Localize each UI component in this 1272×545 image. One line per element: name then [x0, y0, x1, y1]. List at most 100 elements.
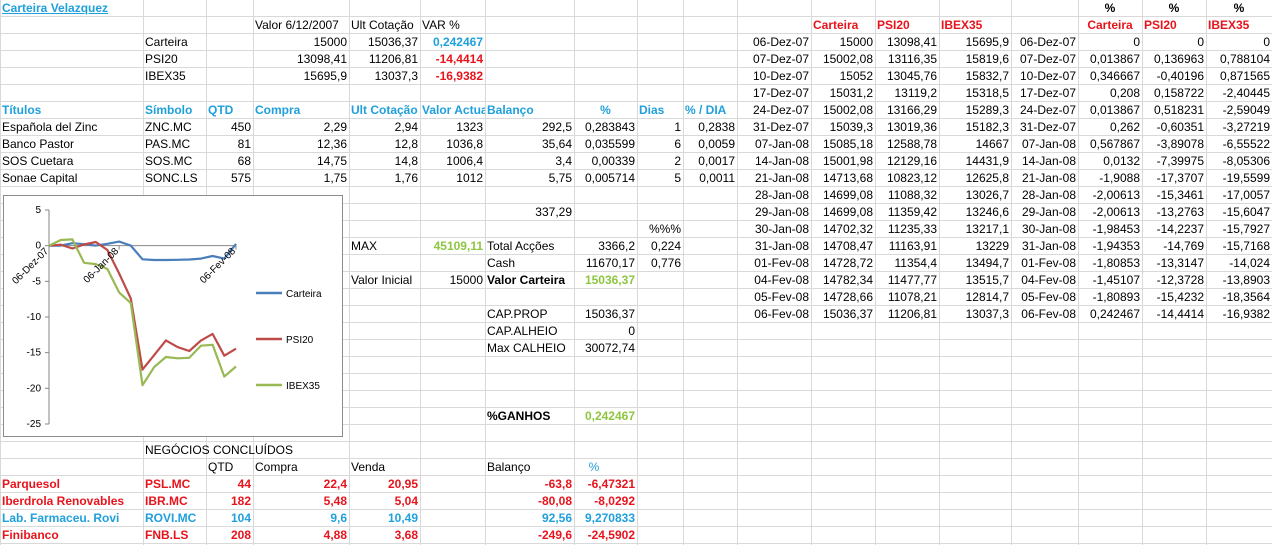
history-cell: 12129,16: [886, 154, 937, 168]
hist-pct-header-psi20: PSI20: [1144, 18, 1177, 32]
history-cell: -1,9088: [1099, 171, 1140, 185]
closed-deal-qtd: 208: [230, 528, 251, 542]
history-cell: 13217,1: [965, 222, 1009, 236]
total-accoes-label: Total Acções: [487, 239, 555, 253]
history-cell: 06-Dez-07: [1019, 35, 1076, 49]
holding-cell: 5,75: [548, 171, 572, 185]
history-cell: 14667: [975, 137, 1009, 151]
summary-ult-psi20: 11206,81: [368, 52, 418, 66]
summary-ult-carteira: 15036,37: [367, 35, 418, 49]
history-cell: -14,2237: [1156, 222, 1204, 236]
closed-deal-compra: 9,6: [330, 511, 347, 525]
summary-var-ibex35: -16,9382: [435, 69, 483, 83]
history-cell: -2,40445: [1222, 86, 1270, 100]
chart-x-tick-label: 06-Dez-07: [10, 246, 51, 287]
holding-cell: 5: [674, 171, 681, 185]
holding-cell: 68: [237, 154, 251, 168]
history-cell: 13045,76: [886, 69, 937, 83]
holding-cell: 1323: [456, 120, 483, 134]
cap-prop-value: 15036,37: [584, 307, 635, 321]
history-cell: 15002,08: [822, 103, 873, 117]
history-cell: 14699,08: [822, 205, 873, 219]
closed-deal-sym: IBR.MC: [145, 494, 188, 508]
history-cell: 01-Fev-08: [1021, 256, 1076, 270]
history-cell: 0,567867: [1089, 137, 1140, 151]
history-cell: 14-Jan-08: [754, 154, 809, 168]
max-calheio-label: Max CALHEIO: [487, 341, 566, 355]
closed-deal-compra: 4,88: [323, 528, 347, 542]
history-cell: 28-Jan-08: [1021, 188, 1076, 202]
history-cell: -1,80893: [1092, 290, 1140, 304]
history-cell: -17,0057: [1222, 188, 1270, 202]
history-cell: -3,89078: [1156, 137, 1204, 151]
history-cell: -18,3564: [1222, 290, 1270, 304]
holding-cell: 2,29: [323, 120, 347, 134]
chart-legend-label: PSI20: [286, 335, 314, 346]
summary-header-var: VAR %: [422, 18, 460, 32]
summary-valor-psi20: 13098,41: [296, 52, 347, 66]
history-cell: 14708,47: [822, 239, 873, 253]
chart-series-line-psi20: [48, 240, 237, 371]
cap-alheio-label: CAP.ALHEIO: [487, 324, 558, 338]
history-cell: 0,871565: [1219, 69, 1270, 83]
closed-deal-sym: PSL.MC: [145, 477, 191, 491]
holdings-header-qtd: QTD: [208, 103, 234, 117]
history-cell: 14782,34: [822, 273, 873, 287]
valor-inicial-value: 15000: [449, 273, 483, 287]
history-cell: 31-Jan-08: [754, 239, 809, 253]
history-cell: -2,00613: [1092, 205, 1140, 219]
holding-cell: 81: [237, 137, 251, 151]
history-cell: -3,27219: [1222, 120, 1270, 134]
cash-pct: 0,776: [650, 256, 681, 270]
history-cell: 07-Jan-08: [1021, 137, 1076, 151]
history-cell: 17-Dez-07: [752, 86, 809, 100]
pct-header: %%%: [648, 222, 681, 236]
history-cell: 14713,68: [822, 171, 873, 185]
chart-legend-label: IBEX35: [286, 381, 320, 392]
history-cell: 13026,7: [965, 188, 1009, 202]
history-cell: -14,4414: [1156, 307, 1204, 321]
holding-cell: 0,0017: [698, 154, 735, 168]
history-cell: -2,59049: [1222, 103, 1270, 117]
sheet-title-link[interactable]: Carteira Velazquez: [0, 0, 145, 17]
summary-header-ult: Ult Cotação: [351, 18, 414, 32]
chart-y-tick-label: -10: [27, 312, 42, 323]
performance-chart[interactable]: 5 0 -5 -10 -15 -20 -25 06-Dez-07 06-Jan-08 06-Fev…: [3, 195, 343, 437]
cap-alheio-value: 0: [628, 324, 635, 338]
cash-value: 11670,17: [585, 256, 635, 270]
history-cell: -1,98453: [1092, 222, 1140, 236]
closed-deal-venda: 5,04: [394, 494, 418, 508]
history-cell: -13,2763: [1156, 205, 1204, 219]
holding-cell: 0,00339: [591, 154, 635, 168]
summary-label-ibex35: IBEX35: [145, 69, 186, 83]
history-cell: 0,788104: [1219, 52, 1270, 66]
history-cell: 15031,2: [829, 86, 873, 100]
history-cell: -17,3707: [1156, 171, 1204, 185]
history-cell: 15318,5: [965, 86, 1009, 100]
chart-x-tick-label: 06-Fev-08: [198, 246, 238, 286]
spreadsheet[interactable]: Carteira Velazquez Valor 6/12/2007 Ult C…: [0, 0, 1272, 545]
holding-cell: Española del Zinc: [2, 120, 98, 134]
closed-deal-pct: -8,0292: [594, 494, 635, 508]
holdings-header-pct: %: [600, 103, 611, 117]
closed-deal-bal: -80,08: [537, 494, 572, 508]
history-cell: 0: [1263, 35, 1270, 49]
history-cell: 14702,32: [822, 222, 873, 236]
closed-deal-bal: -249,6: [537, 528, 572, 542]
history-cell: 11078,21: [887, 290, 937, 304]
history-cell: 29-Jan-08: [1021, 205, 1076, 219]
history-cell: 11477,77: [887, 273, 937, 287]
history-cell: 12625,8: [965, 171, 1009, 185]
holding-cell: 1,75: [323, 171, 347, 185]
history-cell: 15819,6: [965, 52, 1009, 66]
hist-pct-header-ibex35: IBEX35: [1208, 18, 1250, 32]
history-cell: 15085,18: [822, 137, 873, 151]
history-cell: -2,00613: [1092, 188, 1140, 202]
history-cell: 30-Jan-08: [754, 222, 809, 236]
history-cell: 05-Fev-08: [754, 290, 809, 304]
history-cell: 06-Fev-08: [1021, 307, 1076, 321]
history-cell: -0,40196: [1156, 69, 1204, 83]
history-cell: 13166,29: [886, 103, 937, 117]
holding-cell: 450: [230, 120, 251, 134]
history-cell: 11235,33: [887, 222, 937, 236]
